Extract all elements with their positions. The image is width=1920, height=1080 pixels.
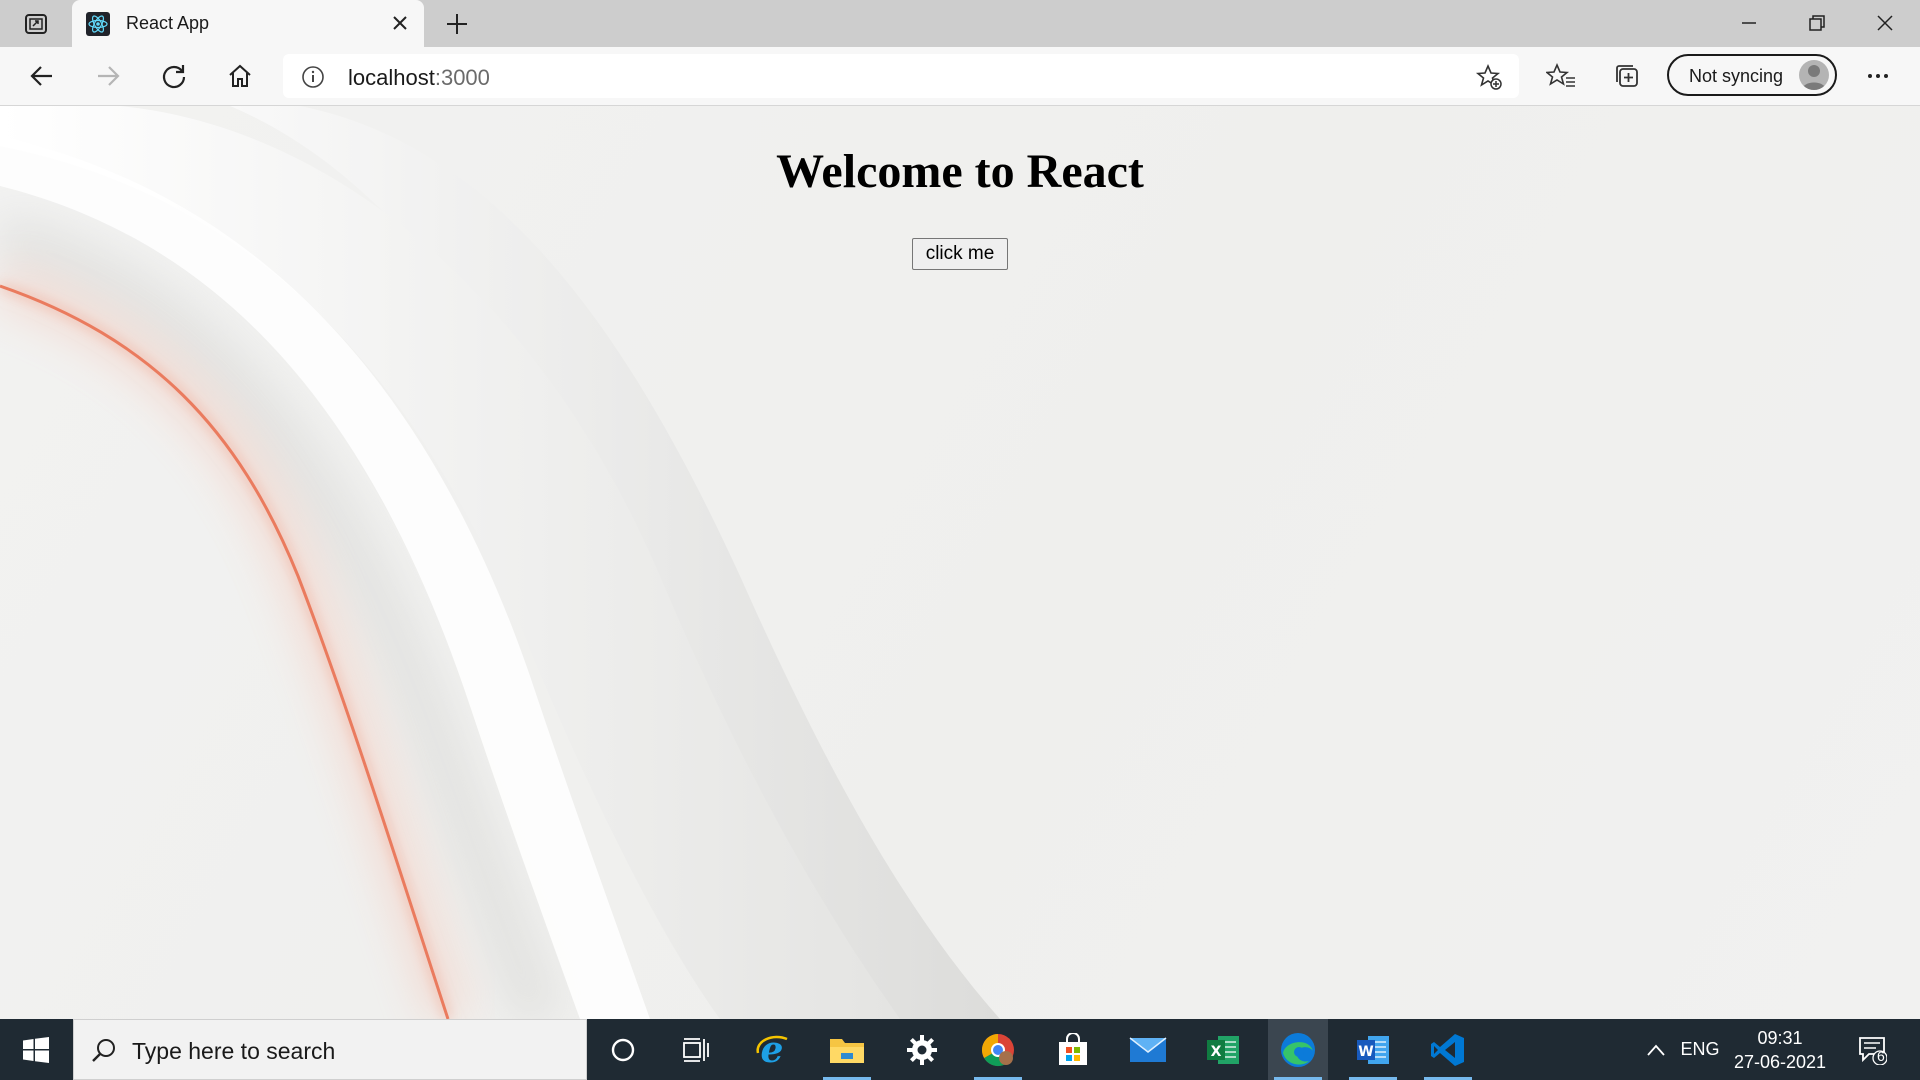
cortana-button[interactable] <box>593 1019 653 1080</box>
action-center-button[interactable]: 6 <box>1852 1019 1892 1080</box>
start-button[interactable] <box>0 1019 72 1080</box>
tab-actions-icon[interactable] <box>14 11 58 37</box>
close-window-icon[interactable] <box>1872 10 1898 36</box>
show-hidden-icons-button[interactable] <box>1640 1019 1672 1080</box>
collections-icon <box>1616 65 1638 87</box>
taskbar-app-word[interactable]: W <box>1343 1019 1403 1080</box>
taskbar-search-box[interactable]: Type here to search <box>73 1019 587 1080</box>
taskbar-app-edge[interactable] <box>1268 1019 1328 1080</box>
input-language[interactable]: ENG <box>1678 1019 1722 1080</box>
refresh-button[interactable] <box>158 60 190 92</box>
search-icon <box>92 1039 115 1062</box>
taskbar-app-mail[interactable] <box>1118 1019 1178 1080</box>
site-info-icon[interactable] <box>301 65 325 89</box>
home-button[interactable] <box>224 60 256 92</box>
settings-more-button[interactable] <box>1862 60 1894 92</box>
forward-arrow-icon <box>98 66 120 86</box>
url-text[interactable]: localhost:3000 <box>348 65 490 91</box>
close-tab-icon[interactable] <box>390 13 410 33</box>
taskbar-app-internet-explorer[interactable]: e <box>742 1019 802 1080</box>
clock-time: 09:31 <box>1757 1028 1803 1048</box>
word-icon: W <box>1357 1035 1389 1064</box>
internet-explorer-icon: e <box>756 1031 788 1069</box>
back-button[interactable] <box>26 60 58 92</box>
tab-title: React App <box>126 13 210 33</box>
address-bar[interactable]: localhost:3000 <box>283 54 1519 98</box>
excel-icon: X <box>1207 1035 1239 1064</box>
clock-date: 27-06-2021 <box>1733 1052 1827 1072</box>
svg-text:W: W <box>1358 1044 1373 1060</box>
sync-status-label: Not syncing <box>1689 66 1784 86</box>
forward-button[interactable] <box>92 60 124 92</box>
page-viewport: Welcome to React click me <box>0 106 1920 1019</box>
new-tab-icon[interactable] <box>444 11 470 37</box>
taskbar-app-file-explorer[interactable] <box>817 1019 877 1080</box>
home-icon <box>229 64 251 87</box>
favorites-list-icon <box>1546 62 1575 87</box>
url-port: :3000 <box>434 65 490 90</box>
chevron-up-icon <box>1647 1044 1665 1056</box>
profile-sync-button[interactable]: Not syncing <box>1667 54 1837 96</box>
tab-react-app[interactable]: React App <box>72 0 424 47</box>
more-icon <box>1868 74 1888 78</box>
store-bag-icon <box>1059 1032 1087 1065</box>
collections-button[interactable] <box>1611 60 1643 92</box>
file-explorer-icon <box>830 1038 864 1063</box>
taskbar-app-chrome[interactable] <box>968 1019 1028 1080</box>
url-host: localhost <box>348 65 435 90</box>
refresh-icon <box>162 65 186 89</box>
svg-text:X: X <box>1211 1044 1222 1060</box>
add-favorite-icon[interactable] <box>1475 63 1503 91</box>
favorites-button[interactable] <box>1545 60 1577 92</box>
windows-logo-icon <box>23 1036 49 1063</box>
notification-count-badge: 6 <box>1877 1048 1885 1064</box>
browser-toolbar: localhost:3000 Not syncing <box>0 47 1920 106</box>
taskbar-app-settings[interactable] <box>892 1019 952 1080</box>
browser-tab-bar: React App <box>0 0 1920 47</box>
react-logo-icon <box>86 12 110 36</box>
taskbar: Type here to search e X W ENG 09:31 27-0… <box>0 1019 1920 1080</box>
taskbar-app-vscode[interactable] <box>1418 1019 1478 1080</box>
taskbar-app-microsoft-store[interactable] <box>1043 1019 1103 1080</box>
mail-envelope-icon <box>1129 1036 1167 1062</box>
avatar <box>1799 60 1829 90</box>
search-placeholder: Type here to search <box>132 1038 336 1064</box>
taskbar-app-excel[interactable]: X <box>1193 1019 1253 1080</box>
vscode-icon <box>1431 1033 1464 1066</box>
page-heading: Welcome to React <box>776 145 1144 198</box>
settings-gear-icon <box>907 1034 937 1065</box>
back-arrow-icon <box>30 66 52 86</box>
click-me-button[interactable]: click me <box>912 238 1008 270</box>
minimize-icon[interactable] <box>1736 10 1762 36</box>
task-view-icon <box>683 1037 709 1062</box>
edge-icon <box>1281 1032 1315 1067</box>
task-view-button[interactable] <box>666 1019 726 1080</box>
cortana-icon <box>611 1038 635 1061</box>
restore-icon[interactable] <box>1804 10 1830 36</box>
system-clock[interactable]: 09:31 27-06-2021 <box>1725 1026 1835 1074</box>
chrome-icon <box>981 1033 1014 1066</box>
